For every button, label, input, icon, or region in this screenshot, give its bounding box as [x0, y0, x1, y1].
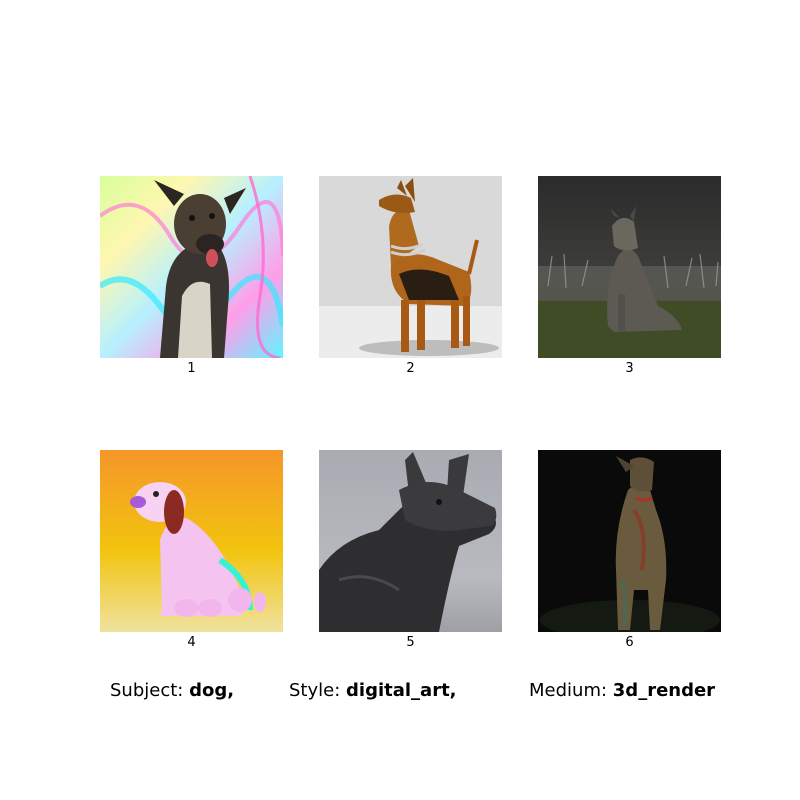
- subject-value: dog,: [189, 680, 235, 701]
- image-4: [100, 450, 283, 632]
- image-2-label: 2: [406, 361, 415, 376]
- image-4-label: 4: [187, 635, 196, 650]
- image-3: [538, 176, 721, 358]
- image-1: [100, 176, 283, 358]
- dog-image-6: [538, 450, 721, 632]
- image-5-label: 5: [406, 635, 415, 650]
- image-2: [319, 176, 502, 358]
- dog-image-2: [319, 176, 502, 358]
- medium-caption: Medium: 3d_render: [529, 680, 715, 701]
- dog-image-4: [100, 450, 283, 632]
- style-value: digital_art,: [346, 680, 457, 701]
- image-5: [319, 450, 502, 632]
- dog-image-1: [100, 176, 283, 358]
- style-caption: Style: digital_art,: [289, 680, 457, 701]
- medium-key: Medium:: [529, 680, 608, 701]
- style-key: Style:: [289, 680, 341, 701]
- image-3-label: 3: [625, 361, 634, 376]
- dog-image-3: [538, 176, 721, 358]
- subject-caption: Subject: dog,: [110, 680, 234, 701]
- image-6-label: 6: [625, 635, 634, 650]
- subject-key: Subject:: [110, 680, 184, 701]
- image-6: [538, 450, 721, 632]
- image-1-label: 1: [187, 361, 196, 376]
- dog-image-5: [319, 450, 502, 632]
- medium-value: 3d_render: [612, 680, 716, 701]
